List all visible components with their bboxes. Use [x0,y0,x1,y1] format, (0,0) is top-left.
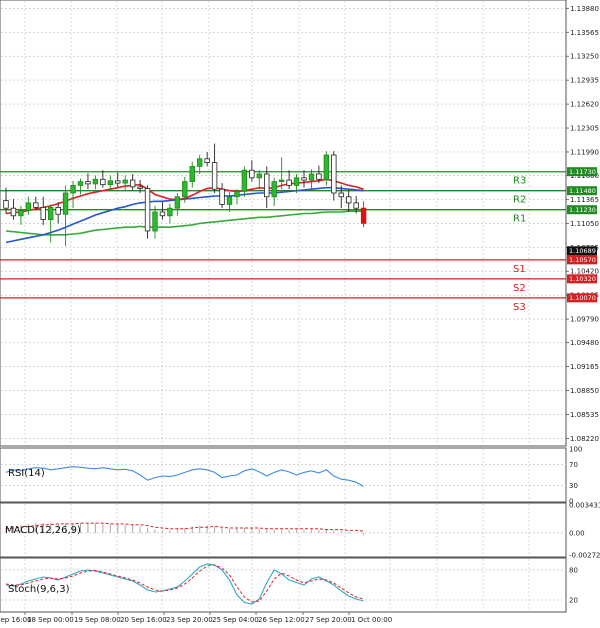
candle-body [271,181,277,198]
candle-body [107,180,113,186]
candle-body [293,177,300,186]
level-tag-label: 1.10570 [569,256,596,264]
rsi-tick-label: 30 [569,482,578,490]
candle-body [182,181,188,198]
candle-body [3,200,9,209]
candle-body [25,202,32,211]
candle-body [85,181,91,185]
candle-body [286,179,292,186]
candle-body [33,202,39,208]
candle-body [137,186,143,189]
candle-body [226,196,233,205]
candle-body [70,184,76,194]
candle-body [144,188,151,232]
candle-body [338,192,344,198]
candle-body [48,207,54,220]
candle-body [234,191,240,198]
candle-body [115,180,121,184]
level-name-r3: R3 [513,176,526,187]
y-tick-label: 1.12305 [570,125,599,133]
x-tick-label: 26 Sep 12:00 [258,616,305,624]
y-tick-label: 1.11990 [570,148,599,156]
level-name-s2: S2 [513,283,526,294]
macd-tick-label: 0.00 [569,529,585,537]
level-tag-label: 1.11480 [569,187,596,195]
candle-body [122,179,128,184]
y-tick-label: 1.12935 [570,77,599,85]
candle-body [241,169,248,192]
forex-chart: R3 R2 R1 S1 S2 S3 1.13880 1.13565 1.13250 1.1293… [0,0,600,628]
candle-body [249,169,255,179]
y-tick-label: 1.08535 [570,411,599,419]
candle-body [360,207,367,224]
x-tick-label: 20 Sep 16:00 [120,616,167,624]
stoch-label: Stoch(9,6,3) [8,584,70,595]
level-name-s3: S3 [513,302,526,313]
stoch-tick-label: 80 [569,567,578,575]
x-tick-label: 25 Sep 04:00 [212,616,259,624]
y-tick-label: 1.11365 [570,196,599,204]
level-name-s1: S1 [513,264,526,275]
level-tag-label: 1.11230 [569,206,596,214]
y-tick-label: 1.09480 [570,339,599,347]
y-tick-label: 1.09790 [570,316,599,324]
level-tag-label: 1.11730 [569,168,596,176]
candle-body [308,173,315,181]
candle-body [129,179,136,188]
candle-body [174,196,181,209]
level-name-r2: R2 [513,195,526,206]
candle-body [204,158,210,163]
y-tick-label: 1.13565 [570,29,599,37]
candle-body [167,207,173,217]
candle-body [353,202,359,209]
candle-body [256,173,262,179]
candle-body [219,188,225,205]
candle-body [40,207,46,220]
rsi-tick-label: 100 [569,446,582,454]
rsi-tick-label: 70 [569,461,578,469]
current-price-label: 1.10689 [569,247,596,255]
x-tick-label: 1 Oct 00:00 [351,616,392,624]
candle-body [10,207,17,217]
candle-body [189,165,195,182]
y-tick-label: 1.08850 [570,387,599,395]
candle-body [323,154,330,180]
y-tick-label: 1.12620 [570,101,599,109]
candle-body [100,178,106,186]
x-tick-label: 19 Sep 08:00 [74,616,121,624]
candle-body [92,178,99,185]
rsi-label: RSI(14) [8,468,45,479]
stoch-tick-label: 20 [569,597,578,605]
y-tick-label: 1.08220 [570,435,599,443]
level-tag-label: 1.10320 [569,275,596,283]
candle-body [345,196,352,204]
candle-body [152,211,158,232]
candle-body [62,192,69,215]
macd-label: MACD(12,26,9) [5,525,81,536]
candle-body [55,207,61,215]
candle-body [196,158,203,167]
y-tick-label: 1.09165 [570,363,599,371]
candle-body [301,177,307,181]
level-name-r1: R1 [513,214,526,225]
candle-body [331,154,337,194]
macd-tick-label: 0.003431 [569,502,600,510]
macd-tick-label: -0.002726 [569,552,600,560]
candle-body [264,173,270,198]
x-tick-label: 27 Sep 20:00 [305,616,352,624]
x-tick-label: 18 Sep 00:00 [27,616,74,624]
y-tick-label: 1.11050 [570,220,599,228]
candle-body [18,210,24,217]
x-tick-label: 23 Sep 20:00 [166,616,213,624]
candle-body [159,211,166,217]
y-tick-label: 1.13880 [570,5,599,13]
candle-body [77,181,84,186]
candle-body [278,179,285,182]
candle-body [316,173,322,180]
level-tag-label: 1.10070 [569,294,596,302]
y-tick-label: 1.13250 [570,53,599,61]
candle-body [211,162,218,190]
